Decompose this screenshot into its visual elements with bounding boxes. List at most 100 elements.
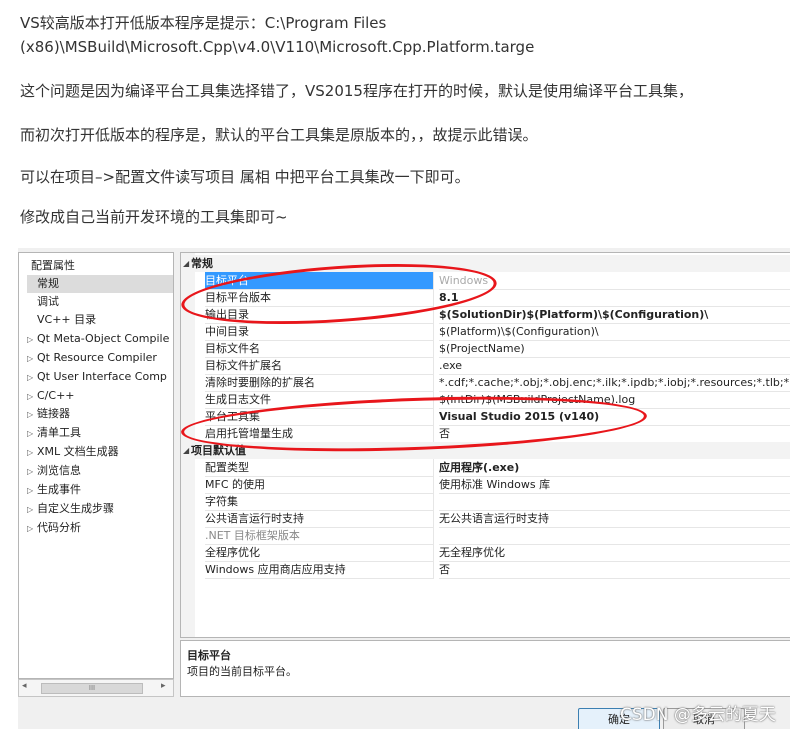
row-value: 使用标准 Windows 库 bbox=[439, 476, 790, 494]
tree-item-label: 自定义生成步骤 bbox=[37, 502, 114, 515]
grid-row-build-log[interactable]: 生成日志文件 $(IntDir)$(MSBuildProjectName).lo… bbox=[181, 391, 790, 409]
tree-item-linker[interactable]: ▷ 链接器 bbox=[27, 405, 70, 423]
row-key: MFC 的使用 bbox=[205, 476, 434, 494]
row-value bbox=[439, 493, 790, 511]
tree-horizontal-scrollbar[interactable]: ◂ III ▸ bbox=[18, 679, 174, 697]
tree-item-label: C/C++ bbox=[37, 389, 75, 402]
tree-item-label: Qt Resource Compiler bbox=[37, 351, 157, 364]
expand-arrow-icon: ▷ bbox=[27, 392, 34, 401]
row-value: $(ProjectName) bbox=[439, 340, 790, 358]
row-value: 无全程序优化 bbox=[439, 544, 790, 562]
property-grid: ◢ 常规 目标平台 Windows 目标平台版本 8.1 输出目录 $(Solu… bbox=[180, 252, 790, 638]
tree-item-custom-build[interactable]: ▷ 自定义生成步骤 bbox=[27, 500, 114, 518]
collapse-triangle-icon[interactable]: ◢ bbox=[183, 442, 189, 459]
tree-item-label: 配置属性 bbox=[31, 259, 75, 272]
row-key: 配置类型 bbox=[205, 459, 434, 477]
row-key: 公共语言运行时支持 bbox=[205, 510, 434, 528]
row-value: *.cdf;*.cache;*.obj;*.obj.enc;*.ilk;*.ip… bbox=[439, 374, 790, 392]
grid-row-config-type[interactable]: 配置类型 应用程序(.exe) bbox=[181, 459, 790, 477]
collapse-triangle-icon[interactable]: ◢ bbox=[183, 255, 189, 272]
grid-row-target-name[interactable]: 目标文件名 $(ProjectName) bbox=[181, 340, 790, 358]
row-value: Visual Studio 2015 (v140) bbox=[439, 408, 790, 426]
grid-row-target-platform-version[interactable]: 目标平台版本 8.1 bbox=[181, 289, 790, 307]
row-key: 平台工具集 bbox=[205, 408, 434, 426]
row-value: 否 bbox=[439, 425, 790, 443]
row-key: 目标文件名 bbox=[205, 340, 434, 358]
tree-item-label: Qt Meta-Object Compile bbox=[37, 332, 170, 345]
grid-row-clean-extensions[interactable]: 清除时要删除的扩展名 *.cdf;*.cache;*.obj;*.obj.enc… bbox=[181, 374, 790, 392]
grid-row-net-framework[interactable]: .NET 目标框架版本 bbox=[181, 527, 790, 545]
tree-item-browse-info[interactable]: ▷ 浏览信息 bbox=[27, 462, 81, 480]
expand-arrow-icon: ▷ bbox=[27, 354, 34, 363]
grid-row-wpo[interactable]: 全程序优化 无全程序优化 bbox=[181, 544, 790, 562]
tree-item-label: 浏览信息 bbox=[37, 464, 81, 477]
tree-item-xml-doc[interactable]: ▷ XML 文档生成器 bbox=[27, 443, 119, 461]
expand-arrow-icon: ▷ bbox=[27, 486, 34, 495]
property-tree: 配置属性 常规 调试 VC++ 目录 ▷ Qt Meta-Object Compi… bbox=[18, 252, 174, 679]
row-key: 中间目录 bbox=[205, 323, 434, 341]
row-key: 启用托管增量生成 bbox=[205, 425, 434, 443]
tree-item-label: 清单工具 bbox=[37, 426, 81, 439]
row-key: 目标文件扩展名 bbox=[205, 357, 434, 375]
property-pages-screenshot: 配置属性 常规 调试 VC++ 目录 ▷ Qt Meta-Object Compi… bbox=[18, 248, 790, 729]
tree-item-config-props[interactable]: 配置属性 bbox=[21, 257, 75, 275]
row-value: $(SolutionDir)$(Platform)\$(Configuratio… bbox=[439, 306, 790, 324]
expand-arrow-icon: ▷ bbox=[27, 467, 34, 476]
grid-category-project-defaults[interactable]: ◢ 项目默认值 bbox=[181, 442, 790, 459]
row-value: Windows bbox=[439, 272, 790, 290]
article-line-3: 而初次打开低版本的程序是，默认的平台工具集是原版本的，，故提示此错误。 bbox=[20, 126, 538, 144]
category-label: 常规 bbox=[191, 255, 790, 272]
tree-item-code-analysis[interactable]: ▷ 代码分析 bbox=[27, 519, 81, 537]
row-key: 生成日志文件 bbox=[205, 391, 434, 409]
grid-row-intermediate-dir[interactable]: 中间目录 $(Platform)\$(Configuration)\ bbox=[181, 323, 790, 341]
row-value bbox=[439, 527, 790, 545]
scroll-right-icon[interactable]: ▸ bbox=[161, 681, 166, 691]
scroll-thumb[interactable]: III bbox=[41, 683, 143, 694]
tree-item-cpp[interactable]: ▷ C/C++ bbox=[27, 387, 75, 405]
grid-row-managed-incremental[interactable]: 启用托管增量生成 否 bbox=[181, 425, 790, 443]
scroll-left-icon[interactable]: ◂ bbox=[22, 681, 27, 691]
grid-row-clr-support[interactable]: 公共语言运行时支持 无公共语言运行时支持 bbox=[181, 510, 790, 528]
tree-item-label: 常规 bbox=[37, 277, 59, 290]
row-key: 目标平台版本 bbox=[205, 289, 434, 307]
tree-item-debug[interactable]: 调试 bbox=[27, 293, 59, 311]
row-key: .NET 目标框架版本 bbox=[205, 527, 434, 545]
grid-row-mfc-usage[interactable]: MFC 的使用 使用标准 Windows 库 bbox=[181, 476, 790, 494]
grid-row-target-ext[interactable]: 目标文件扩展名 .exe bbox=[181, 357, 790, 375]
row-key: 全程序优化 bbox=[205, 544, 434, 562]
row-value: 无公共语言运行时支持 bbox=[439, 510, 790, 528]
tree-item-qt-uic[interactable]: ▷ Qt User Interface Comp bbox=[27, 368, 167, 386]
description-text: 项目的当前目标平台。 bbox=[187, 665, 297, 678]
row-value: $(IntDir)$(MSBuildProjectName).log bbox=[439, 391, 790, 409]
row-key: 目标平台 bbox=[205, 272, 434, 290]
article-line-4: 可以在项目–>配置文件读写项目 属相 中把平台工具集改一下即可。 bbox=[20, 168, 470, 186]
row-value: 否 bbox=[439, 561, 790, 579]
article-line-5: 修改成自己当前开发环境的工具集即可~ bbox=[20, 208, 288, 226]
grid-row-target-platform[interactable]: 目标平台 Windows bbox=[181, 272, 790, 290]
tree-item-qt-rcc[interactable]: ▷ Qt Resource Compiler bbox=[27, 349, 157, 367]
row-key: 清除时要删除的扩展名 bbox=[205, 374, 434, 392]
tree-item-build-events[interactable]: ▷ 生成事件 bbox=[27, 481, 81, 499]
article-line-1b: (x86)\MSBuild\Microsoft.Cpp\v4.0\V110\Mi… bbox=[20, 38, 535, 56]
row-key: Windows 应用商店应用支持 bbox=[205, 561, 434, 579]
expand-arrow-icon: ▷ bbox=[27, 429, 34, 438]
tree-item-label: 链接器 bbox=[37, 407, 70, 420]
tree-item-general[interactable]: 常规 bbox=[27, 275, 173, 293]
row-value: 8.1 bbox=[439, 289, 790, 307]
category-label: 项目默认值 bbox=[191, 442, 790, 459]
expand-arrow-icon: ▷ bbox=[27, 335, 34, 344]
tree-item-manifest[interactable]: ▷ 清单工具 bbox=[27, 424, 81, 442]
expand-arrow-icon: ▷ bbox=[27, 448, 34, 457]
grid-category-general[interactable]: ◢ 常规 bbox=[181, 255, 790, 272]
tree-item-label: XML 文档生成器 bbox=[37, 445, 119, 458]
tree-item-qt-moc[interactable]: ▷ Qt Meta-Object Compile bbox=[27, 330, 169, 348]
row-key: 输出目录 bbox=[205, 306, 434, 324]
grid-row-charset[interactable]: 字符集 bbox=[181, 493, 790, 511]
expand-arrow-icon: ▷ bbox=[27, 373, 34, 382]
tree-item-label: 调试 bbox=[37, 295, 59, 308]
expand-arrow-icon: ▷ bbox=[27, 410, 34, 419]
grid-row-store-app[interactable]: Windows 应用商店应用支持 否 bbox=[181, 561, 790, 579]
grid-row-platform-toolset[interactable]: 平台工具集 Visual Studio 2015 (v140) bbox=[181, 408, 790, 426]
grid-row-output-dir[interactable]: 输出目录 $(SolutionDir)$(Platform)\$(Configu… bbox=[181, 306, 790, 324]
tree-item-vc-dirs[interactable]: VC++ 目录 bbox=[27, 311, 96, 329]
